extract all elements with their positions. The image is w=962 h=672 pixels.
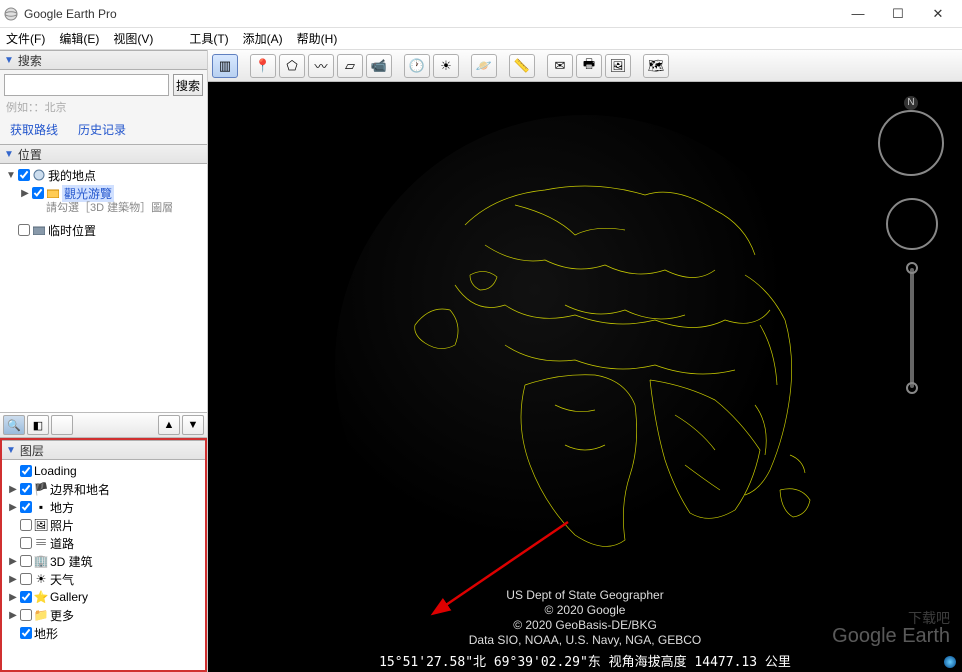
search-tool-icon[interactable]: 🔍	[3, 415, 25, 435]
star-icon: ⭐	[34, 590, 48, 604]
layers-header[interactable]: ▼ 图层	[2, 440, 205, 460]
history-link[interactable]: 历史记录	[78, 121, 126, 138]
places-toolbar: 🔍 ◧ ▲ ▼	[0, 412, 207, 438]
places-hint: 請勾選［3D 建築物］圖層	[2, 202, 205, 215]
building-icon: 🏢	[34, 554, 48, 568]
layer-item-8[interactable]: ▶📁更多	[4, 606, 203, 624]
search-header[interactable]: ▼ 搜索	[0, 50, 207, 70]
sidebar-toggle-icon[interactable]: ▥	[212, 54, 238, 78]
collapse-icon: ▼	[6, 445, 16, 456]
path-tool-icon[interactable]: 〰	[308, 54, 334, 78]
collapse-icon: ▼	[4, 55, 14, 66]
places-tree: ▼ 我的地点 ▶ 觀光游覽 請勾選［3D 建築物］圖層 临时位置	[0, 164, 207, 241]
blank-tool[interactable]	[51, 415, 73, 435]
layer-item-3[interactable]: 🖼照片	[4, 516, 203, 534]
checkbox[interactable]	[20, 591, 32, 603]
attribution-text: US Dept of State Geographer © 2020 Googl…	[469, 588, 702, 648]
menubar: 文件(F) 编辑(E) 视图(V) 工具(T) 添加(A) 帮助(H)	[0, 28, 962, 50]
ruler-tool-icon[interactable]: 📏	[509, 54, 535, 78]
layer-item-6[interactable]: ▶☀天气	[4, 570, 203, 588]
image-overlay-tool-icon[interactable]: ▱	[337, 54, 363, 78]
layer-item-4[interactable]: 𝄘道路	[4, 534, 203, 552]
record-tour-tool-icon[interactable]: 📹	[366, 54, 392, 78]
checkbox[interactable]	[20, 519, 32, 531]
collapse-icon: ▼	[4, 149, 14, 160]
checkbox[interactable]	[18, 169, 30, 181]
pan-control[interactable]	[886, 198, 938, 250]
folder-icon	[46, 186, 60, 200]
routes-link[interactable]: 获取路线	[10, 121, 58, 138]
search-hint: 例如：：北京	[6, 99, 203, 115]
menu-tools[interactable]: 工具(T)	[189, 30, 228, 47]
globe-icon	[32, 168, 46, 182]
status-bar: 15°51'27.58"北 69°39'02.29"东 视角海拔高度 14477…	[208, 651, 962, 670]
zoom-slider[interactable]	[906, 268, 918, 388]
globe-viewer[interactable]: US Dept of State Geographer © 2020 Googl…	[208, 82, 962, 672]
checkbox[interactable]	[20, 483, 32, 495]
checkbox[interactable]	[20, 555, 32, 567]
checkbox[interactable]	[32, 187, 44, 199]
layer-item-9[interactable]: 地形	[4, 624, 203, 642]
folder-icon: 📁	[34, 608, 48, 622]
sunlight-tool-icon[interactable]: ☀	[433, 54, 459, 78]
menu-file[interactable]: 文件(F)	[6, 30, 45, 47]
minimize-button[interactable]: —	[838, 1, 878, 27]
globe-render	[315, 95, 855, 635]
layer-item-7[interactable]: ▶⭐Gallery	[4, 588, 203, 606]
split-tool-icon[interactable]: ◧	[27, 415, 49, 435]
checkbox[interactable]	[20, 573, 32, 585]
photo-icon: 🖼	[34, 518, 48, 532]
search-input[interactable]	[4, 74, 169, 96]
road-icon: 𝄘	[34, 536, 48, 550]
square-icon: ▪	[34, 500, 48, 514]
search-panel: 搜索 例如：：北京 获取路线 历史记录	[0, 70, 207, 144]
checkbox[interactable]	[20, 627, 32, 639]
menu-edit[interactable]: 编辑(E)	[59, 30, 99, 47]
compass-control[interactable]	[878, 110, 944, 176]
sun-icon: ☀	[34, 572, 48, 586]
polygon-tool-icon[interactable]: ⬠	[279, 54, 305, 78]
maximize-button[interactable]: ☐	[878, 1, 918, 27]
flag-icon: 🏴	[34, 482, 48, 496]
layer-item-1[interactable]: ▶🏴边界和地名	[4, 480, 203, 498]
placemark-tool-icon[interactable]: 📍	[250, 54, 276, 78]
menu-view[interactable]: 视图(V)	[113, 30, 153, 47]
places-sightseeing[interactable]: ▶ 觀光游覽	[2, 184, 205, 202]
layer-item-2[interactable]: ▶▪地方	[4, 498, 203, 516]
checkbox[interactable]	[18, 224, 30, 236]
menu-add[interactable]: 添加(A)	[243, 30, 283, 47]
planet-tool-icon[interactable]: 🪐	[471, 54, 497, 78]
history-tool-icon[interactable]: 🕐	[404, 54, 430, 78]
window-title: Google Earth Pro	[24, 7, 838, 21]
app-icon	[4, 7, 18, 21]
checkbox[interactable]	[20, 537, 32, 549]
search-button[interactable]: 搜索	[173, 74, 203, 96]
main-toolbar: ▥ 📍 ⬠ 〰 ▱ 📹 🕐 ☀ 🪐 📏 ✉ 🖶 🖼 🗺	[208, 50, 962, 82]
sidebar: ▼ 搜索 搜索 例如：：北京 获取路线 历史记录 ▼ 位置 ▼ 我的地点	[0, 50, 208, 672]
layers-panel-highlighted: ▼ 图层 Loading▶🏴边界和地名▶▪地方🖼照片𝄘道路▶🏢3D 建筑▶☀天气…	[0, 438, 207, 672]
places-header[interactable]: ▼ 位置	[0, 144, 207, 164]
places-temp[interactable]: 临时位置	[2, 221, 205, 239]
email-tool-icon[interactable]: ✉	[547, 54, 573, 78]
layer-item-0[interactable]: Loading	[4, 462, 203, 480]
checkbox[interactable]	[20, 609, 32, 621]
down-button[interactable]: ▼	[182, 415, 204, 435]
up-button[interactable]: ▲	[158, 415, 180, 435]
layers-tree: Loading▶🏴边界和地名▶▪地方🖼照片𝄘道路▶🏢3D 建筑▶☀天气▶⭐Gal…	[2, 460, 205, 670]
titlebar: Google Earth Pro — ☐ ✕	[0, 0, 962, 28]
save-image-tool-icon[interactable]: 🖼	[605, 54, 631, 78]
checkbox[interactable]	[20, 465, 32, 477]
google-earth-watermark: Google Earth	[832, 625, 950, 648]
close-button[interactable]: ✕	[918, 1, 958, 27]
layer-item-5[interactable]: ▶🏢3D 建筑	[4, 552, 203, 570]
view-maps-tool-icon[interactable]: 🗺	[643, 54, 669, 78]
print-tool-icon[interactable]: 🖶	[576, 54, 602, 78]
places-my-places[interactable]: ▼ 我的地点	[2, 166, 205, 184]
content: ▥ 📍 ⬠ 〰 ▱ 📹 🕐 ☀ 🪐 📏 ✉ 🖶 🖼 🗺	[208, 50, 962, 672]
menu-help[interactable]: 帮助(H)	[297, 30, 338, 47]
checkbox[interactable]	[20, 501, 32, 513]
record-indicator-icon	[944, 656, 956, 668]
folder-icon	[32, 223, 46, 237]
